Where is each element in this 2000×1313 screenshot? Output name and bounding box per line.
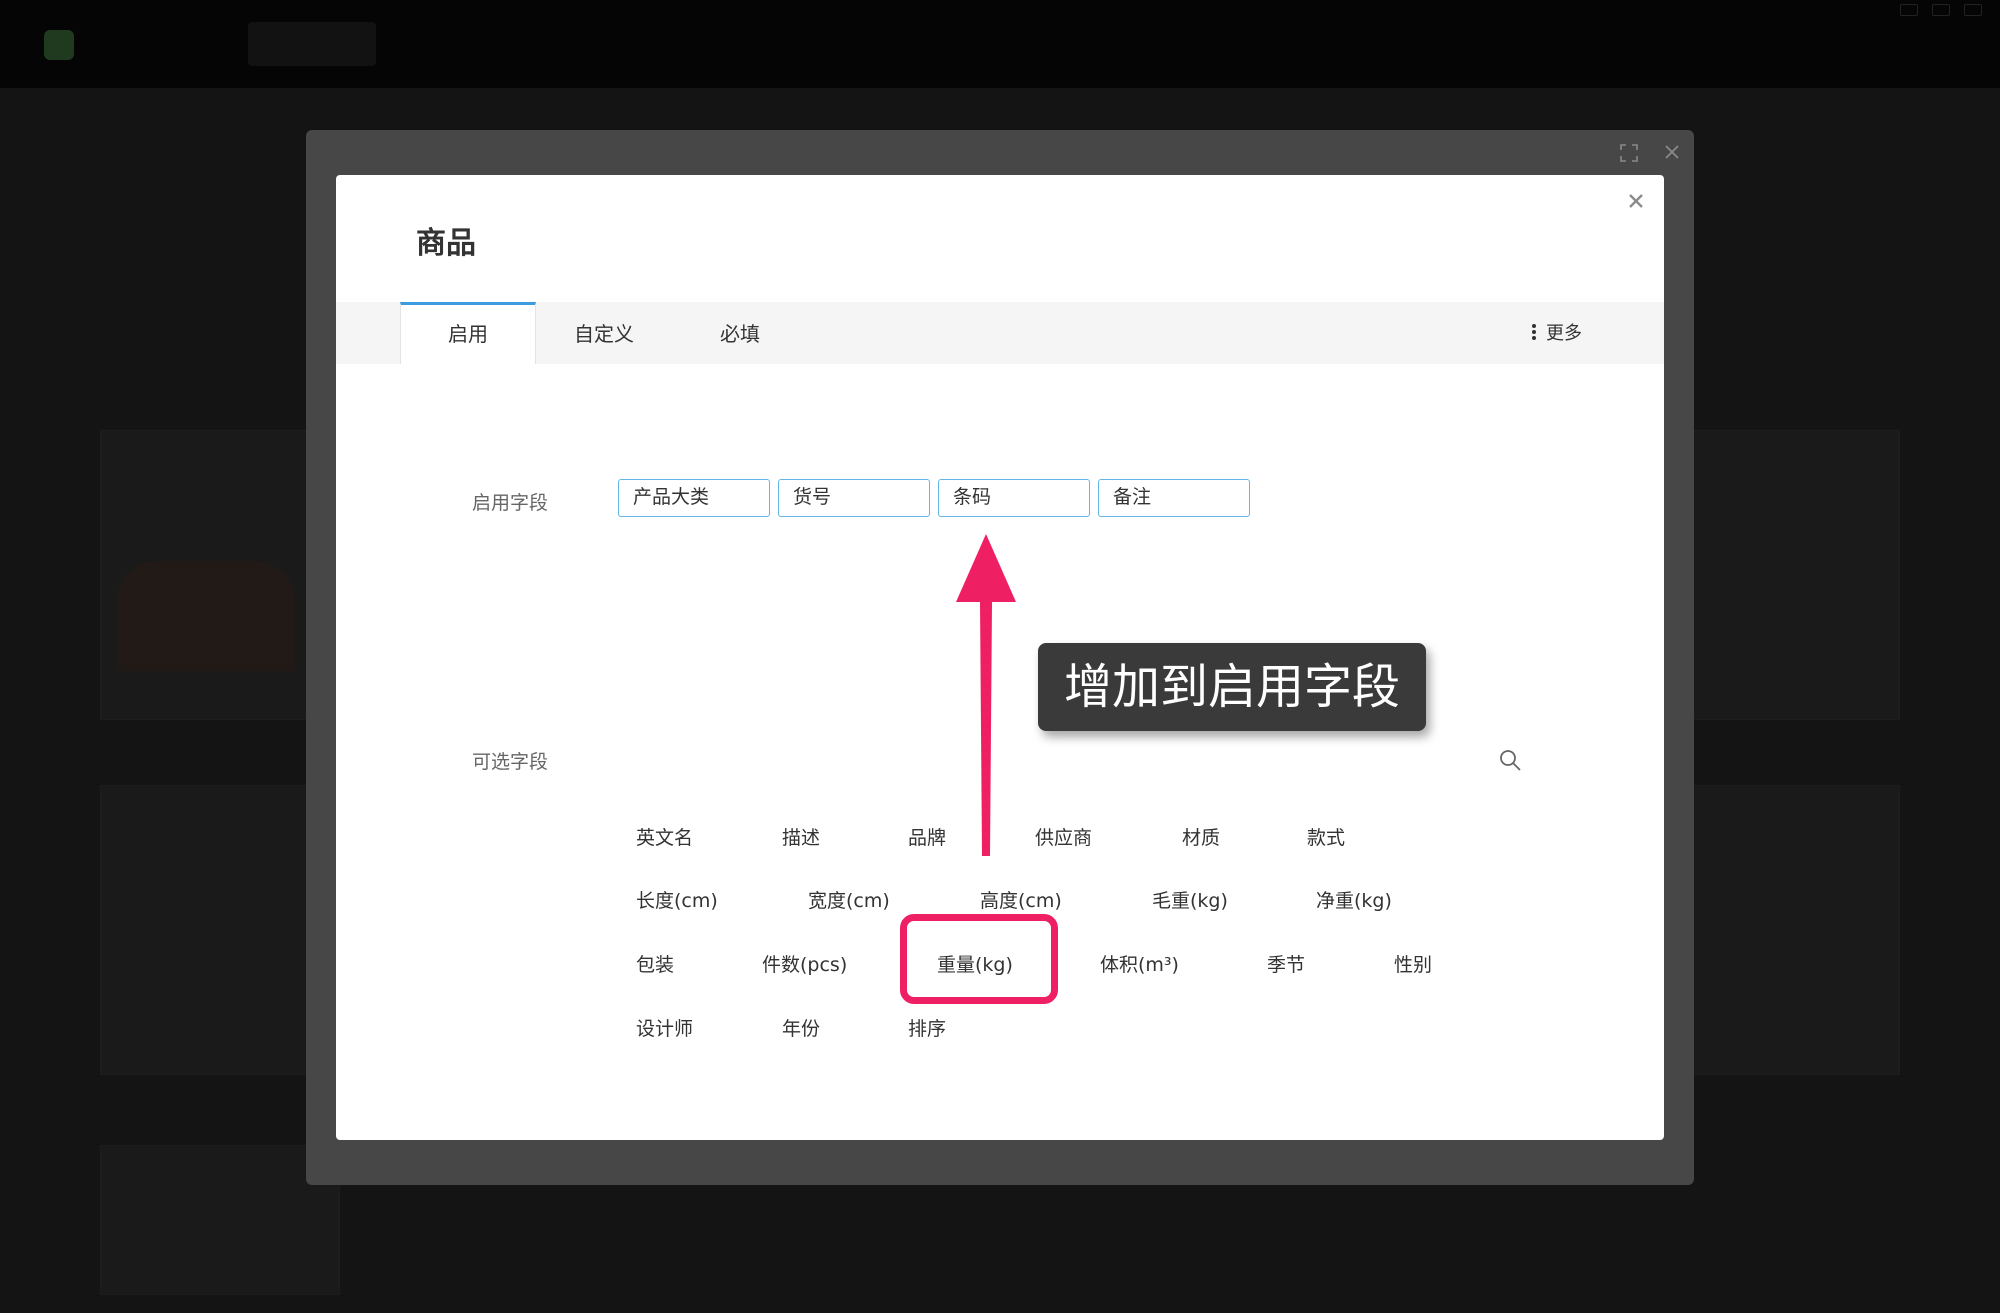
optional-field[interactable]: 品牌 xyxy=(908,823,946,850)
enabled-field-chip[interactable]: 产品大类 xyxy=(618,479,770,517)
optional-field[interactable]: 英文名 xyxy=(636,823,693,850)
close-icon[interactable] xyxy=(1622,187,1650,215)
tab-required[interactable]: 必填 xyxy=(672,302,808,364)
optional-field[interactable]: 年份 xyxy=(782,1014,820,1041)
background-card xyxy=(100,785,310,1075)
close-icon[interactable] xyxy=(1662,142,1682,162)
optional-field[interactable]: 包装 xyxy=(636,950,674,977)
tab-custom[interactable]: 自定义 xyxy=(536,302,672,364)
window-minimize-icon xyxy=(1900,4,1918,16)
annotation-arrow-icon xyxy=(956,534,1016,856)
tab-enabled[interactable]: 启用 xyxy=(400,302,536,364)
optional-field[interactable]: 材质 xyxy=(1182,823,1220,850)
tab-bar: 启用 自定义 必填 更多 xyxy=(336,302,1664,364)
optional-field[interactable]: 排序 xyxy=(908,1014,946,1041)
optional-field[interactable]: 季节 xyxy=(1267,950,1305,977)
optional-field[interactable]: 高度(cm) xyxy=(980,886,1062,913)
background-card xyxy=(100,1145,340,1295)
optional-field[interactable]: 体积(m³) xyxy=(1100,950,1179,977)
optional-field[interactable]: 净重(kg) xyxy=(1316,886,1392,913)
annotation-tooltip: 增加到启用字段 xyxy=(1038,643,1426,731)
app-nav-active xyxy=(248,22,376,66)
optional-field[interactable]: 供应商 xyxy=(1035,823,1092,850)
enabled-fields-label: 启用字段 xyxy=(472,492,549,514)
window-close-icon xyxy=(1964,4,1982,16)
optional-field[interactable]: 款式 xyxy=(1307,823,1345,850)
optional-field[interactable]: 设计师 xyxy=(636,1014,693,1041)
optional-field[interactable]: 毛重(kg) xyxy=(1152,886,1228,913)
more-button[interactable]: 更多 xyxy=(1532,302,1582,364)
optional-field[interactable]: 宽度(cm) xyxy=(808,886,890,913)
search-icon[interactable] xyxy=(1498,748,1522,772)
dialog-title: 商品 xyxy=(416,226,476,261)
optional-fields-label: 可选字段 xyxy=(472,751,549,773)
app-topbar xyxy=(0,0,2000,88)
optional-field[interactable]: 性别 xyxy=(1394,950,1432,977)
enabled-field-chip[interactable]: 条码 xyxy=(938,479,1090,517)
background-card xyxy=(100,430,310,720)
background-image xyxy=(117,561,295,671)
optional-field[interactable]: 长度(cm) xyxy=(636,886,718,913)
optional-field[interactable]: 描述 xyxy=(782,823,820,850)
enabled-field-chip[interactable]: 备注 xyxy=(1098,479,1250,517)
more-vertical-icon xyxy=(1532,322,1536,342)
annotation-highlight-box xyxy=(900,914,1058,1004)
app-logo xyxy=(44,30,74,60)
enabled-field-chip[interactable]: 货号 xyxy=(778,479,930,517)
window-maximize-icon xyxy=(1932,4,1950,16)
optional-field[interactable]: 件数(pcs) xyxy=(762,950,847,977)
background-card xyxy=(1690,785,1900,1075)
more-label: 更多 xyxy=(1546,323,1582,344)
background-card xyxy=(1690,430,1900,720)
expand-icon[interactable] xyxy=(1620,144,1638,162)
